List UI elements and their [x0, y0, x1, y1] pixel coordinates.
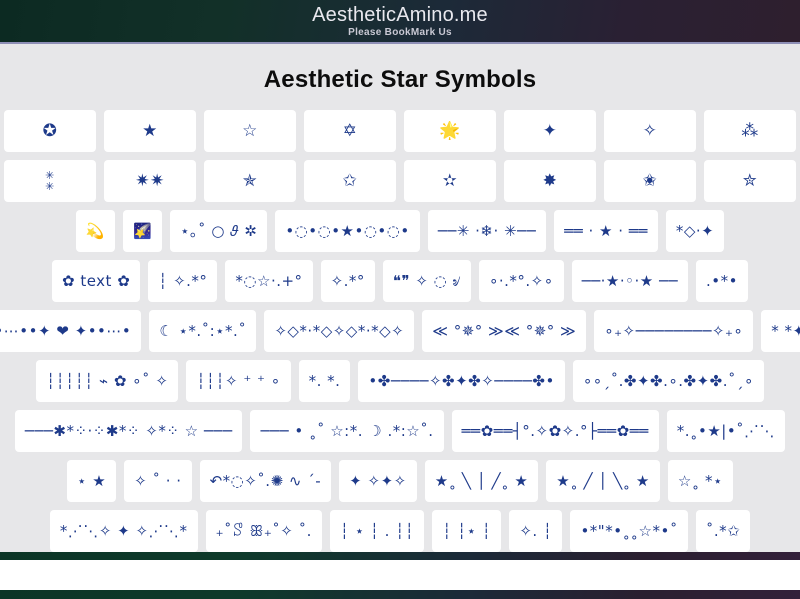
symbol-card[interactable]: ┆┆┆✧ ⁺ ⁺ ∘	[186, 360, 291, 402]
symbol-card[interactable]: ✳ ✳	[4, 160, 96, 202]
symbol-card[interactable]: *. *.	[298, 360, 351, 402]
symbol-card[interactable]: *⋰⋱✧ ✦ ✧⋰⋱*	[49, 510, 198, 552]
symbol-card[interactable]: 💫	[75, 210, 115, 252]
symbol-card[interactable]: ❝❞ ✧ ◌ ৶	[382, 260, 471, 302]
symbol-card[interactable]: ┆ ⋆ ┆ . ┆┆	[329, 510, 425, 552]
symbol-card[interactable]: ✧◇*·*◇✧◇*·*◇✧	[264, 310, 415, 352]
symbol-row: ✳ ✳ ✷✷ ✯ ✩ ✫ ✸ ✬ ✮	[0, 160, 800, 202]
symbol-card[interactable]: ──✳ ·❄· ✳──	[427, 210, 547, 252]
symbol-card[interactable]: ┆┆┆┆┆ ⌁ ✿ ∘˚ ✧	[36, 360, 179, 402]
symbol-card[interactable]: ∘₊✧────────✧₊∘	[594, 310, 754, 352]
symbol-card[interactable]: ∘·.*°.✧∘	[478, 260, 564, 302]
symbol-card[interactable]: .•*•	[696, 260, 748, 302]
symbol-card[interactable]: ✮	[704, 160, 796, 202]
symbol-card[interactable]: ✦ ✧✦✧	[339, 460, 417, 502]
symbol-card[interactable]: ✬	[604, 160, 696, 202]
symbol-card[interactable]: ──·★·◦·★ ──	[571, 260, 689, 302]
symbol-card[interactable]: ☾ ⋆*.˚:⋆*.˚	[149, 310, 257, 352]
page-title: Aesthetic Star Symbols	[263, 66, 537, 93]
symbol-row: *⋰⋱✧ ✦ ✧⋰⋱* ₊˚ꑄ ꕥ₊˚✧ ˚. ┆ ⋆ ┆ . ┆┆ ┆ ┆⋆ ┆ ✧.…	[0, 510, 800, 552]
symbol-card[interactable]: ┆ ✧.*°	[148, 260, 218, 302]
symbol-card[interactable]: ✡	[304, 110, 396, 152]
site-header: AestheticAmino.me Please BookMark Us	[0, 0, 800, 44]
footer-band-bottom	[0, 590, 800, 599]
symbol-card[interactable]: ★˳ ╱ │ ╲˳ ★	[546, 460, 660, 502]
symbol-card[interactable]: 🌟	[404, 110, 496, 152]
symbol-card[interactable]: ✸	[504, 160, 596, 202]
symbol-card[interactable]: ⋆ ★	[67, 460, 117, 502]
symbol-card[interactable]: ✧. ┆	[509, 510, 563, 552]
symbol-card[interactable]: ★˳ ╲ │ ╱˳ ★	[424, 460, 539, 502]
symbol-card[interactable]: ─── • ˳˚ ☆:*. ☽ .*:☆˚.	[250, 410, 444, 452]
symbol-card[interactable]: ✩	[304, 160, 396, 202]
site-title: AestheticAmino.me	[312, 3, 488, 26]
footer-gap	[0, 560, 800, 590]
symbol-card[interactable]: ══✿══┤°.✧✿✧.°├══✿══	[451, 410, 659, 452]
symbol-card[interactable]: ≪ °✵° ≫≪ °✵° ≫	[422, 310, 587, 352]
symbol-card[interactable]: ✷✷	[104, 160, 196, 202]
symbol-row: ✿ text ✿ ┆ ✧.*° *◌☆·.+° ✧.*° ❝❞ ✧ ◌ ৶ ∘·.*°.✧…	[0, 260, 800, 302]
symbol-card[interactable]: ✯	[204, 160, 296, 202]
symbol-card[interactable]: ˚.*✩	[695, 510, 751, 552]
symbol-card[interactable]: •*"*•˳˳☆*•˚	[570, 510, 688, 552]
symbol-row: ⋆ ★ ✧ ˚ · · ↶*◌✧˚.✺ ∿ ´- ✦ ✧✦✧ ★˳ ╲ │ ╱˳ ★ ★˳…	[0, 460, 800, 502]
symbol-card[interactable]: ✦	[504, 110, 596, 152]
symbol-card[interactable]: ✿ text ✿	[52, 260, 141, 302]
symbol-card[interactable]: ✧.*°	[320, 260, 375, 302]
symbol-grid: ✪ ★ ☆ ✡ 🌟 ✦ ✧ ⁂ ✳ ✳ ✷✷ ✯ ✩ ✫ ✸ ✬ ✮ 💫 🌠 ⋆｡˚ ○ 𝜗 ✲ •◌•◌•★•◌•◌…	[0, 110, 800, 552]
symbol-card[interactable]: ∘∘ˏ˚.✤✦✤.∘.✤✦✤.˚ˏ∘	[572, 360, 764, 402]
footer-band-top	[0, 552, 800, 560]
symbol-card[interactable]: *.˳•★|•˚⋰⋱	[666, 410, 786, 452]
symbol-card[interactable]: ☆	[204, 110, 296, 152]
symbol-card[interactable]: ⁂	[704, 110, 796, 152]
symbol-card[interactable]: ┆ ┆⋆ ┆	[432, 510, 502, 552]
symbol-card[interactable]: ↶*◌✧˚.✺ ∿ ´-	[199, 460, 332, 502]
symbol-card[interactable]: * *✦	[761, 310, 800, 352]
symbol-row: •⋯••✦ ❤ ✦••⋯• ☾ ⋆*.˚:⋆*.˚ ✧◇*·*◇✧◇*·*◇✧ ≪ °…	[0, 310, 800, 352]
symbol-card[interactable]: ✪	[4, 110, 96, 152]
page-body: Aesthetic Star Symbols ✪ ★ ☆ ✡ 🌟 ✦ ✧ ⁂ ✳ ✳ ✷✷ ✯ ✩ ✫ ✸…	[0, 44, 800, 552]
symbol-card[interactable]: •◌•◌•★•◌•◌•	[275, 210, 420, 252]
symbol-row: ───✱*⁘·⁘✱*⁘ ✧*⁘ ☆ ─── ─── • ˳˚ ☆:*. ☽ .*:…	[0, 410, 800, 452]
symbol-card[interactable]: ⋆｡˚ ○ 𝜗 ✲	[170, 210, 268, 252]
symbol-card[interactable]: *◇·✦	[665, 210, 725, 252]
symbol-row: ✪ ★ ☆ ✡ 🌟 ✦ ✧ ⁂	[0, 110, 800, 152]
symbol-card[interactable]: ✧ ˚ · ·	[124, 460, 192, 502]
symbol-card[interactable]: ───✱*⁘·⁘✱*⁘ ✧*⁘ ☆ ───	[14, 410, 243, 452]
symbol-card[interactable]: ✧	[604, 110, 696, 152]
symbol-card[interactable]: ★	[104, 110, 196, 152]
site-tagline: Please BookMark Us	[348, 26, 452, 38]
symbol-card[interactable]: •✤────✧✤✦✤✧────✤•	[358, 360, 565, 402]
symbol-card[interactable]: *◌☆·.+°	[225, 260, 313, 302]
symbol-card[interactable]: ✫	[404, 160, 496, 202]
symbol-card[interactable]: ══ · ★ · ══	[554, 210, 658, 252]
symbol-card[interactable]: ☆˳ *⋆	[667, 460, 733, 502]
symbol-card[interactable]: 🌠	[122, 210, 163, 252]
symbol-card[interactable]: •⋯••✦ ❤ ✦••⋯•	[0, 310, 142, 352]
symbol-card[interactable]: ₊˚ꑄ ꕥ₊˚✧ ˚.	[205, 510, 322, 552]
symbol-row: ┆┆┆┆┆ ⌁ ✿ ∘˚ ✧ ┆┆┆✧ ⁺ ⁺ ∘ *. *. •✤────✧✤✦✤✧…	[0, 360, 800, 402]
symbol-row: 💫 🌠 ⋆｡˚ ○ 𝜗 ✲ •◌•◌•★•◌•◌• ──✳ ·❄· ✳── ══ · ★ …	[0, 210, 800, 252]
